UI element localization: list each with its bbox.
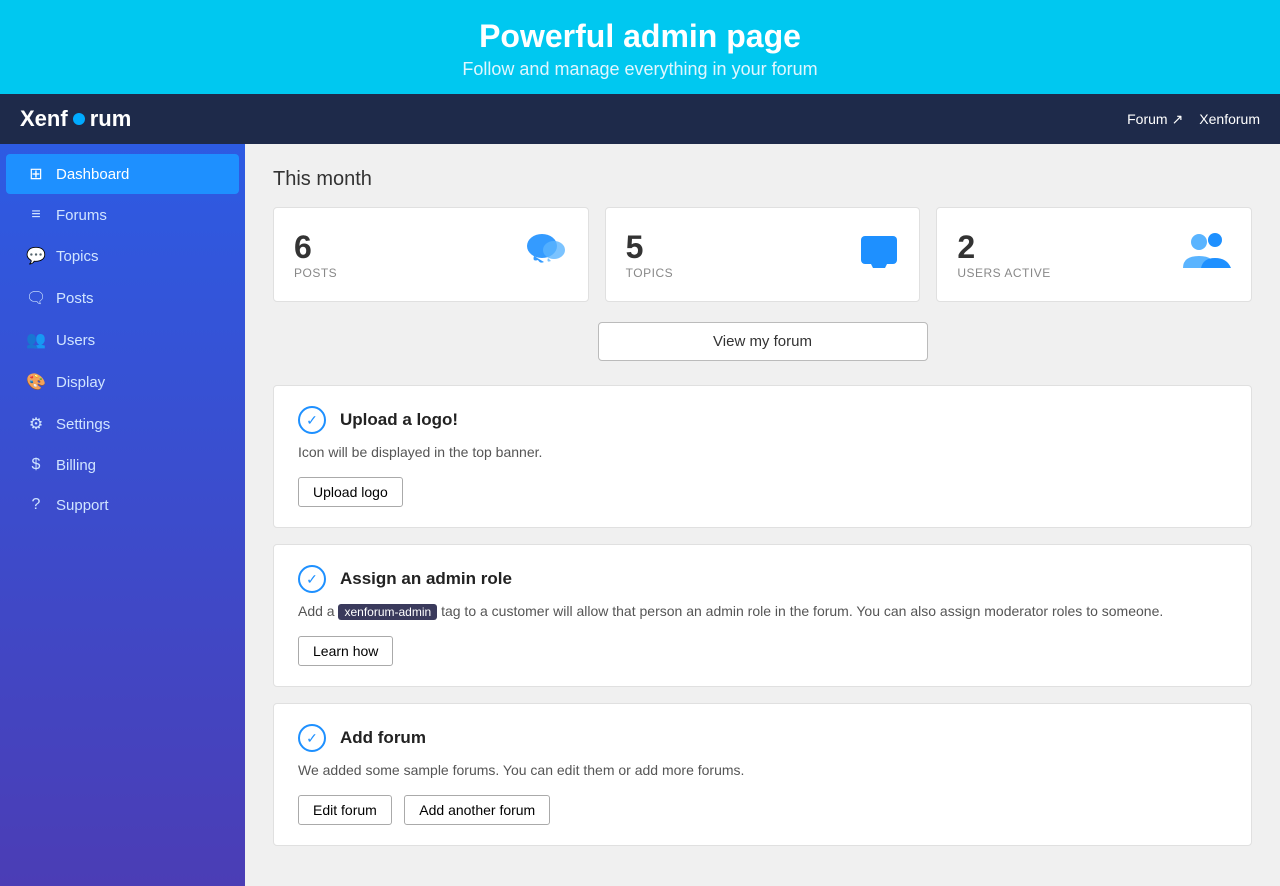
task-card-upload-logo: ✓ Upload a logo! Icon will be displayed … <box>273 385 1252 528</box>
forums-icon: ≡ <box>26 206 46 224</box>
task-check-upload: ✓ <box>298 406 326 434</box>
header-bar: Xenfrum Forum ↗ Xenforum <box>0 94 1280 144</box>
sidebar-item-label: Display <box>56 374 105 391</box>
logo-dot <box>73 113 85 125</box>
task-check-add-forum: ✓ <box>298 724 326 752</box>
task-desc-add-forum: We added some sample forums. You can edi… <box>298 760 1227 781</box>
desc-before: Add a <box>298 603 338 619</box>
stat-card-posts: 6 POSTS <box>273 207 589 302</box>
forum-link-label: Forum <box>1127 111 1167 127</box>
banner-title: Powerful admin page <box>20 18 1260 55</box>
sidebar-item-forums[interactable]: ≡ Forums <box>6 196 239 234</box>
sidebar-item-label: Dashboard <box>56 166 129 183</box>
main-content: This month 6 POSTS 5 <box>245 144 1280 886</box>
topics-label: TOPICS <box>626 266 673 280</box>
upload-logo-button[interactable]: Upload logo <box>298 477 403 507</box>
task-desc-admin: Add a xenforum-admin tag to a customer w… <box>298 601 1227 622</box>
sidebar-item-label: Topics <box>56 248 99 265</box>
users-icon: 👥 <box>26 330 46 350</box>
posts-count: 6 <box>294 229 337 266</box>
stat-info-users: 2 USERS ACTIVE <box>957 229 1050 280</box>
posts-icon: 🗨 <box>26 288 46 308</box>
task-header-upload: ✓ Upload a logo! <box>298 406 1227 434</box>
top-banner: Powerful admin page Follow and manage ev… <box>0 0 1280 94</box>
task-header-add-forum: ✓ Add forum <box>298 724 1227 752</box>
logo: Xenfrum <box>20 106 131 132</box>
dashboard-icon: ⊞ <box>26 164 46 184</box>
sidebar-item-label: Settings <box>56 416 110 433</box>
sidebar-item-label: Forums <box>56 207 107 224</box>
task-desc-upload: Icon will be displayed in the top banner… <box>298 442 1227 463</box>
sidebar-item-label: Posts <box>56 290 94 307</box>
stat-card-topics: 5 TOPICS <box>605 207 921 302</box>
task-title-upload: Upload a logo! <box>340 410 458 430</box>
task-header-admin: ✓ Assign an admin role <box>298 565 1227 593</box>
banner-subtitle: Follow and manage everything in your for… <box>20 59 1260 80</box>
admin-tag: xenforum-admin <box>338 604 437 620</box>
xenforum-label: Xenforum <box>1199 111 1260 127</box>
edit-forum-button[interactable]: Edit forum <box>298 795 392 825</box>
external-link-icon: ↗ <box>1172 111 1184 128</box>
sidebar-item-users[interactable]: 👥 Users <box>6 320 239 360</box>
sidebar-item-billing[interactable]: $ Billing <box>6 446 239 484</box>
view-forum-button[interactable]: View my forum <box>598 322 928 361</box>
users-count: 2 <box>957 229 1050 266</box>
add-another-forum-button[interactable]: Add another forum <box>404 795 550 825</box>
learn-how-button[interactable]: Learn how <box>298 636 393 666</box>
stat-info-posts: 6 POSTS <box>294 229 337 280</box>
stats-row: 6 POSTS 5 TOPICS <box>273 207 1252 302</box>
forum-link[interactable]: Forum ↗ <box>1127 111 1183 128</box>
sidebar: ⊞ Dashboard ≡ Forums 💬 Topics 🗨 Posts 👥 … <box>0 144 245 886</box>
posts-stat-icon <box>524 228 568 281</box>
sidebar-item-topics[interactable]: 💬 Topics <box>6 236 239 276</box>
header-right: Forum ↗ Xenforum <box>1127 111 1260 128</box>
task-check-admin: ✓ <box>298 565 326 593</box>
topics-stat-icon <box>859 230 899 279</box>
desc-after: tag to a customer will allow that person… <box>437 603 1163 619</box>
stat-card-users: 2 USERS ACTIVE <box>936 207 1252 302</box>
sidebar-item-dashboard[interactable]: ⊞ Dashboard <box>6 154 239 194</box>
task-card-add-forum: ✓ Add forum We added some sample forums.… <box>273 703 1252 846</box>
task-card-assign-admin: ✓ Assign an admin role Add a xenforum-ad… <box>273 544 1252 687</box>
main-wrapper: ⊞ Dashboard ≡ Forums 💬 Topics 🗨 Posts 👥 … <box>0 144 1280 886</box>
task-title-add-forum: Add forum <box>340 728 426 748</box>
display-icon: 🎨 <box>26 372 46 392</box>
sidebar-item-label: Users <box>56 332 95 349</box>
sidebar-item-support[interactable]: ? Support <box>6 486 239 524</box>
topics-count: 5 <box>626 229 673 266</box>
support-icon: ? <box>26 496 46 514</box>
settings-icon: ⚙ <box>26 414 46 434</box>
sidebar-item-label: Support <box>56 497 109 514</box>
sidebar-item-posts[interactable]: 🗨 Posts <box>6 278 239 318</box>
task-title-admin: Assign an admin role <box>340 569 512 589</box>
sidebar-item-settings[interactable]: ⚙ Settings <box>6 404 239 444</box>
section-title: This month <box>273 168 1252 191</box>
sidebar-item-label: Billing <box>56 457 96 474</box>
sidebar-item-display[interactable]: 🎨 Display <box>6 362 239 402</box>
topics-icon: 💬 <box>26 246 46 266</box>
posts-label: POSTS <box>294 266 337 280</box>
users-label: USERS ACTIVE <box>957 266 1050 280</box>
stat-info-topics: 5 TOPICS <box>626 229 673 280</box>
users-stat-icon <box>1183 230 1231 279</box>
billing-icon: $ <box>26 456 46 474</box>
